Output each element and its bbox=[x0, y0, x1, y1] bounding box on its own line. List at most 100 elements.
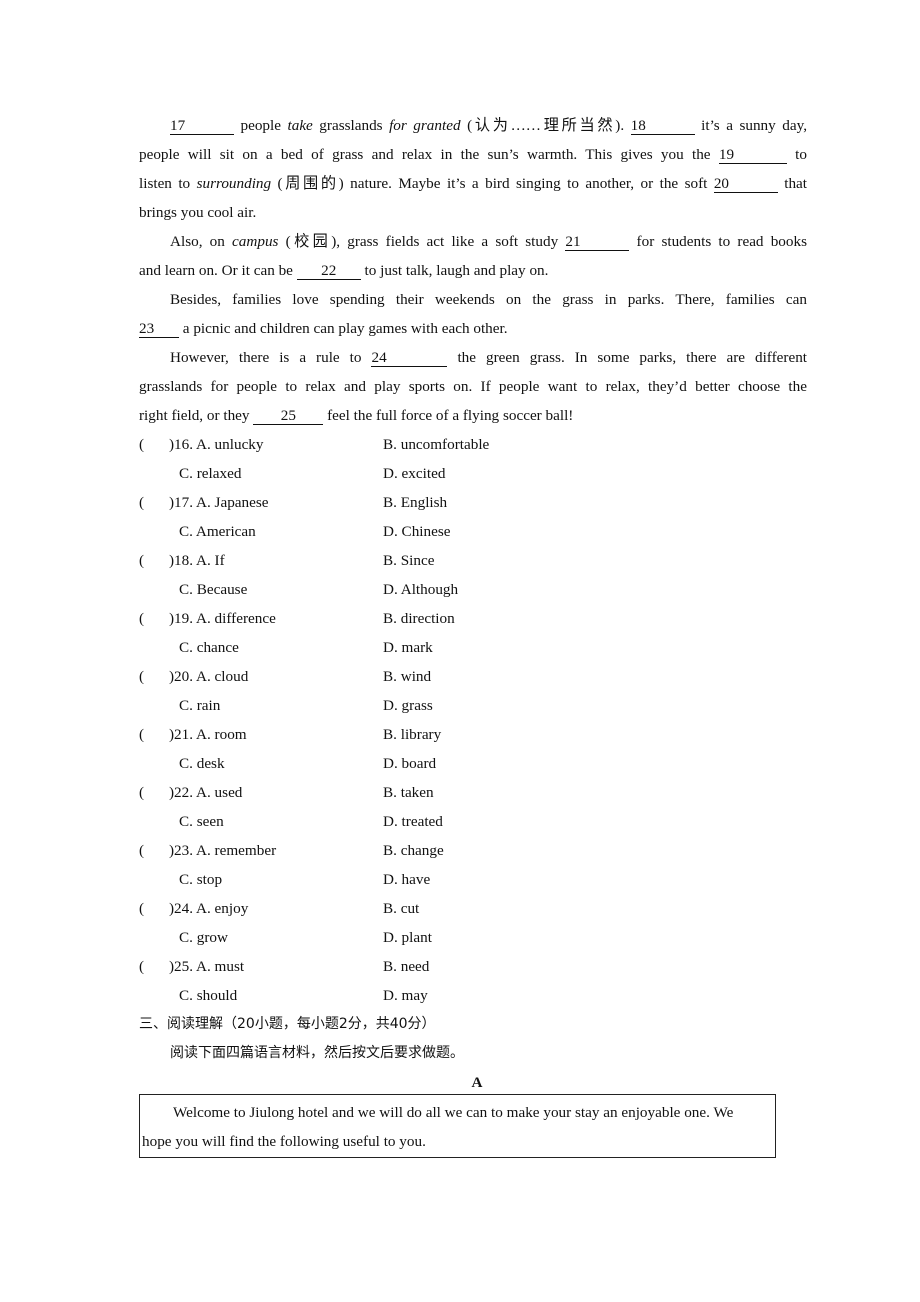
blank-18[interactable]: 18 bbox=[630, 118, 695, 135]
answer-bracket[interactable]: ( bbox=[139, 488, 144, 517]
option-b: B. uncomfortable bbox=[383, 436, 490, 453]
italic-term: campus bbox=[232, 233, 279, 250]
text: people bbox=[234, 117, 288, 134]
option-d: D. treated bbox=[383, 813, 443, 830]
text: the green grass. In some parks, there ar… bbox=[447, 349, 808, 366]
section-title: 三、阅读理解（20小题，每小题2分，共40分） bbox=[139, 1016, 436, 1032]
blank-23[interactable]: 23 bbox=[139, 321, 179, 338]
question-row-cd: C. should D. may bbox=[139, 981, 807, 1010]
passage-p4-line1: However, there is a rule to 24 the green… bbox=[139, 343, 807, 372]
option-d: D. plant bbox=[383, 929, 432, 946]
text: for students to read books bbox=[629, 233, 807, 250]
passage-p2-line1: Also, on campus (校园), grass fields act l… bbox=[139, 227, 807, 256]
text: to bbox=[786, 146, 807, 163]
option-b: B. direction bbox=[383, 610, 455, 627]
italic-term: take bbox=[287, 117, 313, 134]
passage-p4-line2: grasslands for people to relax and play … bbox=[139, 378, 807, 395]
option-b: B. cut bbox=[383, 900, 420, 917]
passage-p4-line3: right field, or they 25 feel the full fo… bbox=[139, 401, 807, 430]
option-b: B. wind bbox=[383, 668, 432, 685]
question-list: ( )16. A. unlucky B. uncomfortable C. relax… bbox=[139, 430, 807, 1010]
question-row: ( )16. A. unlucky B. uncomfortable bbox=[139, 430, 807, 459]
text: a picnic and children can play games wit… bbox=[179, 320, 508, 337]
option-d: D. excited bbox=[383, 465, 446, 482]
option-a: )23. A. remember bbox=[169, 842, 277, 859]
option-a: )19. A. difference bbox=[169, 610, 276, 627]
blank-20[interactable]: 20 bbox=[713, 176, 778, 193]
question-row-cd: C. stop D. have bbox=[139, 865, 807, 894]
answer-bracket[interactable]: ( bbox=[139, 430, 144, 459]
text: it’s a sunny day, bbox=[694, 117, 807, 134]
option-d: D. mark bbox=[383, 639, 433, 656]
option-c: C. chance bbox=[179, 639, 239, 656]
option-d: D. board bbox=[383, 755, 437, 772]
question-row-cd: C. relaxed D. excited bbox=[139, 459, 807, 488]
section-instruction: 阅读下面四篇语言材料，然后按文后要求做题。 bbox=[170, 1045, 464, 1061]
passage-p1-line1: 17 people take grasslands for granted (认… bbox=[139, 111, 807, 140]
option-a: )25. A. must bbox=[169, 958, 245, 975]
passage-p3-line2: 23 a picnic and children can play games … bbox=[139, 314, 807, 343]
text: people will sit on a bed of grass and re… bbox=[139, 146, 719, 163]
text: and learn on. Or it can be bbox=[139, 262, 297, 279]
option-b: B. library bbox=[383, 726, 442, 743]
passage-p2-line2: and learn on. Or it can be 22 to just ta… bbox=[139, 256, 807, 285]
answer-bracket[interactable]: ( bbox=[139, 604, 144, 633]
option-b: B. change bbox=[383, 842, 444, 859]
text: right field, or they bbox=[139, 407, 254, 424]
box-line-2: hope you will find the following useful … bbox=[142, 1133, 426, 1150]
answer-bracket[interactable]: ( bbox=[139, 778, 144, 807]
question-row-cd: C. grow D. plant bbox=[139, 923, 807, 952]
option-a: )16. A. unlucky bbox=[169, 436, 264, 453]
answer-bracket[interactable]: ( bbox=[139, 546, 144, 575]
blank-25[interactable]: 25 bbox=[253, 408, 324, 425]
option-c: C. stop bbox=[179, 871, 223, 888]
passage-p1-line3: listen to surrounding (周围的) nature. Mayb… bbox=[139, 169, 807, 198]
passage-p3-line1: Besides, families love spending their we… bbox=[170, 291, 807, 308]
blank-19[interactable]: 19 bbox=[718, 147, 787, 164]
blank-21[interactable]: 21 bbox=[565, 234, 630, 251]
text: to just talk, laugh and play on. bbox=[360, 262, 549, 279]
option-b: B. taken bbox=[383, 784, 434, 801]
option-c: C. grow bbox=[179, 929, 228, 946]
option-d: D. Chinese bbox=[383, 523, 451, 540]
question-row: ( )22. A. used B. taken bbox=[139, 778, 807, 807]
option-a: )20. A. cloud bbox=[169, 668, 249, 685]
option-d: D. grass bbox=[383, 697, 433, 714]
text: (周围的) nature. Maybe it’s a bird singing … bbox=[271, 175, 714, 192]
question-row: ()18. A. If B. Since bbox=[139, 546, 807, 575]
option-c: C. American bbox=[179, 523, 256, 540]
blank-24[interactable]: 24 bbox=[371, 350, 448, 367]
option-b: B. need bbox=[383, 958, 430, 975]
answer-bracket[interactable]: ( bbox=[139, 662, 144, 691]
answer-bracket[interactable]: ( bbox=[139, 894, 144, 923]
passage-label: A bbox=[471, 1074, 483, 1091]
option-a: )22. A. used bbox=[169, 784, 243, 801]
question-row: ( )17. A. Japanese B. English bbox=[139, 488, 807, 517]
blank-22[interactable]: 22 bbox=[296, 263, 361, 280]
blank-17[interactable]: 17 bbox=[170, 118, 234, 135]
option-b: B. English bbox=[383, 494, 448, 511]
document-page: 17 people take grasslands for granted (认… bbox=[139, 111, 807, 1097]
question-row-cd: C. seen D. treated bbox=[139, 807, 807, 836]
passage-p1-line4: brings you cool air. bbox=[139, 204, 257, 221]
answer-bracket[interactable]: ( bbox=[139, 836, 144, 865]
option-c: C. rain bbox=[179, 697, 221, 714]
text: However, there is a rule to bbox=[170, 349, 372, 366]
question-row-cd: C. desk D. board bbox=[139, 749, 807, 778]
passage-p1-line2: people will sit on a bed of grass and re… bbox=[139, 140, 807, 169]
option-c: C. should bbox=[179, 987, 238, 1004]
option-a: )24. A. enjoy bbox=[169, 900, 249, 917]
text: grasslands bbox=[312, 117, 390, 134]
question-row: ( )20. A. cloud B. wind bbox=[139, 662, 807, 691]
answer-bracket[interactable]: ( bbox=[139, 952, 144, 981]
option-c: C. desk bbox=[179, 755, 225, 772]
box-line-1: Welcome to Jiulong hotel and we will do … bbox=[173, 1104, 734, 1121]
option-c: C. Because bbox=[179, 581, 248, 598]
question-row-cd: C. chance D. mark bbox=[139, 633, 807, 662]
answer-bracket[interactable]: ( bbox=[139, 720, 144, 749]
option-a: )17. A. Japanese bbox=[169, 494, 269, 511]
option-c: C. seen bbox=[179, 813, 224, 830]
text: that bbox=[777, 175, 808, 192]
text: Also, on bbox=[170, 233, 233, 250]
option-d: D. have bbox=[383, 871, 431, 888]
